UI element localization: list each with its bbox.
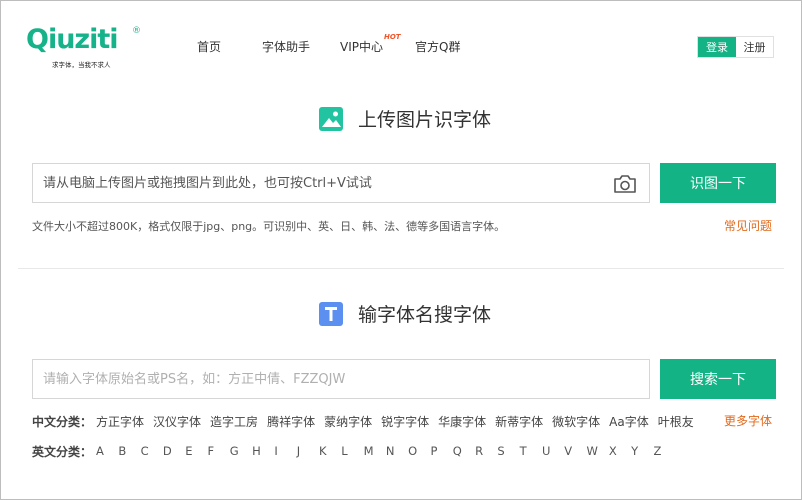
letter-link[interactable]: D bbox=[163, 444, 185, 458]
category-mengna[interactable]: 蒙纳字体 bbox=[324, 413, 372, 430]
category-zaozigongfang[interactable]: 造字工房 bbox=[210, 413, 258, 430]
faq-link[interactable]: 常见问题 bbox=[724, 217, 772, 234]
login-button[interactable]: 登录 bbox=[698, 37, 736, 57]
category-ruizi[interactable]: 锐字字体 bbox=[381, 413, 429, 430]
category-aa[interactable]: Aa字体 bbox=[609, 413, 649, 430]
category-huakang[interactable]: 华康字体 bbox=[438, 413, 486, 430]
letter-link[interactable]: G bbox=[230, 444, 252, 458]
letter-link[interactable]: K bbox=[319, 444, 341, 458]
chinese-category-label: 中文分类： bbox=[32, 414, 93, 429]
upload-drop-zone[interactable] bbox=[32, 163, 650, 203]
category-fangzheng[interactable]: 方正字体 bbox=[96, 413, 144, 430]
section-divider bbox=[18, 268, 784, 269]
letter-link[interactable]: S bbox=[497, 444, 519, 458]
letter-link[interactable]: M bbox=[364, 444, 386, 458]
letter-link[interactable]: B bbox=[118, 444, 140, 458]
letter-link[interactable]: Q bbox=[453, 444, 475, 458]
letter-link[interactable]: L bbox=[341, 444, 363, 458]
english-category-row: 英文分类： ABCDEFGHIJKLMNOPQRSTUVWXYZ bbox=[32, 442, 676, 460]
letter-link[interactable]: X bbox=[609, 444, 631, 458]
letter-link[interactable]: N bbox=[386, 444, 408, 458]
letter-link[interactable]: Z bbox=[653, 444, 675, 458]
category-hanyi[interactable]: 汉仪字体 bbox=[153, 413, 201, 430]
category-xindi[interactable]: 新蒂字体 bbox=[495, 413, 543, 430]
search-box[interactable] bbox=[32, 359, 650, 399]
logo-wordmark: Qiuziti bbox=[26, 24, 119, 55]
auth-buttons: 登录 注册 bbox=[697, 36, 774, 58]
search-button[interactable]: 搜索一下 bbox=[660, 359, 776, 399]
letter-link[interactable]: J bbox=[297, 444, 319, 458]
upload-section-title: 上传图片识字体 bbox=[318, 105, 491, 132]
letter-link[interactable]: R bbox=[475, 444, 497, 458]
more-fonts-link[interactable]: 更多字体 bbox=[724, 412, 772, 429]
upload-input[interactable] bbox=[43, 168, 603, 198]
nav-vip-center[interactable]: VIP中心 bbox=[340, 38, 383, 56]
image-icon bbox=[319, 106, 343, 131]
chinese-category-row: 中文分类： 方正字体 汉仪字体 造字工房 腾祥字体 蒙纳字体 锐字字体 华康字体… bbox=[32, 412, 703, 430]
letter-link[interactable]: O bbox=[408, 444, 430, 458]
letter-list: ABCDEFGHIJKLMNOPQRSTUVWXYZ bbox=[96, 444, 676, 458]
logo-slogan: 求字体，当我不求人 bbox=[52, 61, 111, 69]
english-category-label: 英文分类： bbox=[32, 444, 93, 459]
letter-link[interactable]: E bbox=[185, 444, 207, 458]
letter-link[interactable]: C bbox=[141, 444, 163, 458]
letter-link[interactable]: T bbox=[520, 444, 542, 458]
upload-hint: 文件大小不超过800K，格式仅限于jpg、png。可识别中、英、日、韩、法、德等… bbox=[32, 220, 506, 233]
text-t-icon bbox=[319, 301, 343, 326]
nav-home[interactable]: 首页 bbox=[197, 38, 221, 56]
letter-link[interactable]: U bbox=[542, 444, 564, 458]
register-button[interactable]: 注册 bbox=[736, 37, 773, 57]
search-section-title: 输字体名搜字体 bbox=[318, 300, 491, 327]
letter-link[interactable]: H bbox=[252, 444, 274, 458]
site-logo[interactable]: Qiuziti ® 求字体，当我不求人 bbox=[26, 24, 146, 72]
upload-title-text: 上传图片识字体 bbox=[358, 109, 492, 131]
category-microsoft[interactable]: 微软字体 bbox=[552, 413, 600, 430]
letter-link[interactable]: A bbox=[96, 444, 118, 458]
letter-link[interactable]: W bbox=[587, 444, 609, 458]
category-yegenyou[interactable]: 叶根友 bbox=[658, 413, 694, 430]
category-tengxiang[interactable]: 腾祥字体 bbox=[267, 413, 315, 430]
recognize-button[interactable]: 识图一下 bbox=[660, 163, 776, 203]
letter-link[interactable]: Y bbox=[631, 444, 653, 458]
registered-mark: ® bbox=[132, 26, 141, 36]
search-input[interactable] bbox=[43, 364, 603, 394]
nav-font-assistant[interactable]: 字体助手 bbox=[262, 38, 310, 56]
letter-link[interactable]: P bbox=[430, 444, 452, 458]
letter-link[interactable]: I bbox=[274, 444, 296, 458]
hot-badge: HOT bbox=[384, 33, 401, 41]
search-title-text: 输字体名搜字体 bbox=[358, 304, 492, 326]
letter-link[interactable]: F bbox=[208, 444, 230, 458]
nav-qq-group[interactable]: 官方Q群 bbox=[415, 38, 460, 56]
camera-icon[interactable] bbox=[613, 173, 637, 195]
letter-link[interactable]: V bbox=[564, 444, 586, 458]
